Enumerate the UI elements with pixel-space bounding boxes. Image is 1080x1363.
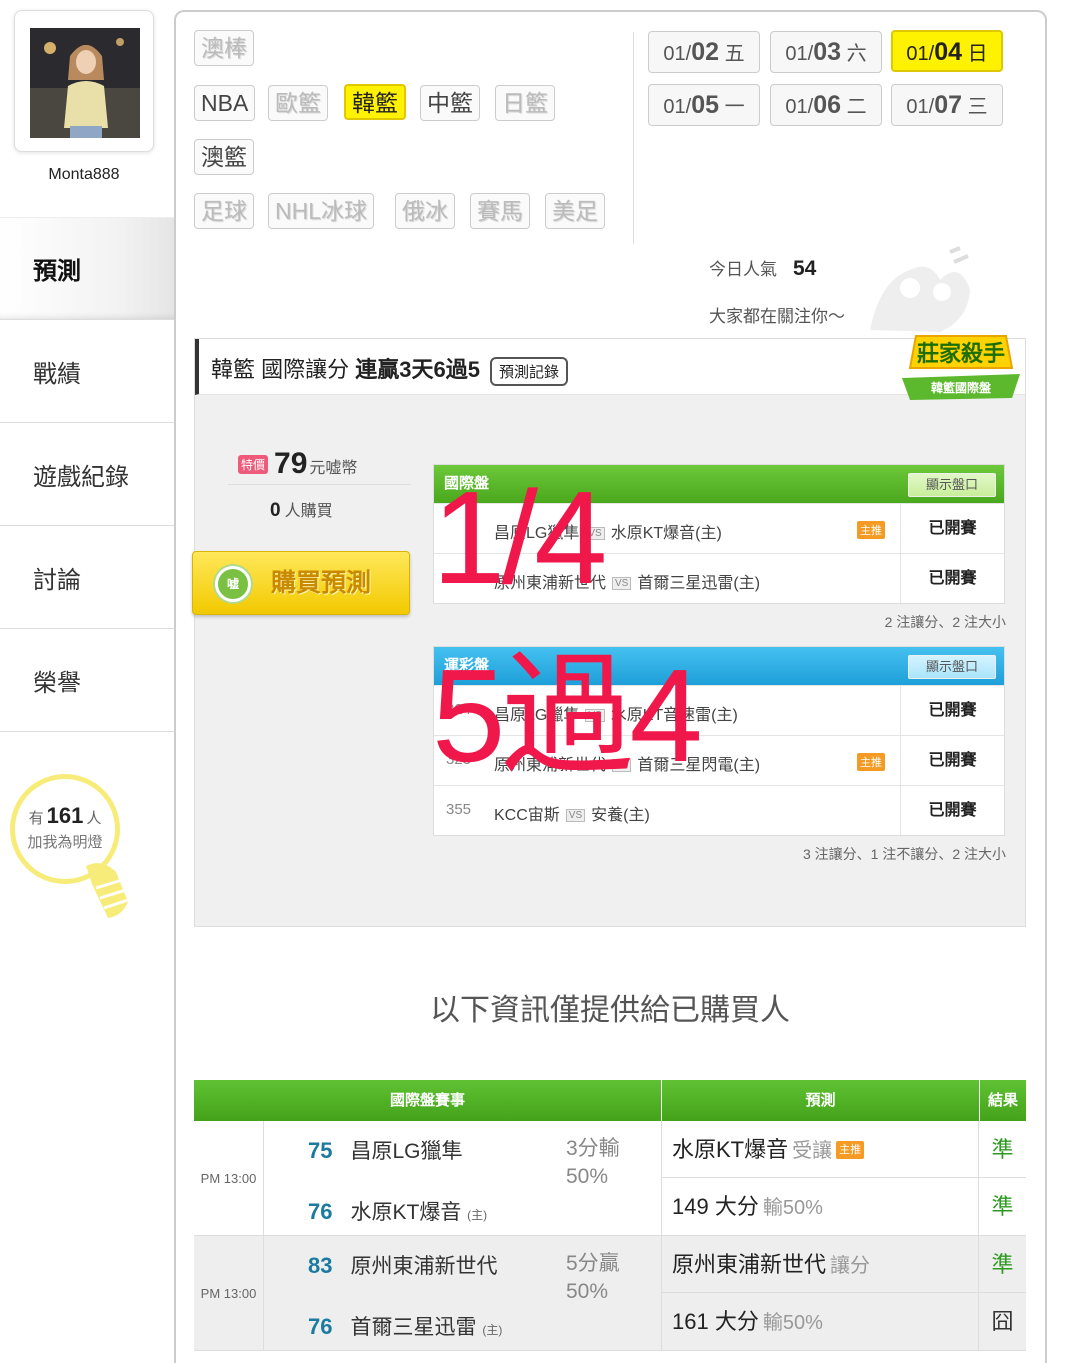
avatar-card[interactable] <box>14 10 154 152</box>
buy-prediction-button[interactable]: 嘘購買預測 <box>192 551 410 615</box>
team-row: 75 昌原LG獵隼 <box>308 1138 463 1163</box>
nav-item-record[interactable]: 戰績 <box>0 320 174 423</box>
coin-icon: 嘘 <box>215 566 251 602</box>
buyers-only-notice: 以下資訊僅提供給已購買人 <box>430 994 790 1027</box>
lottery-table-header: 運彩盤 顯示盤口 <box>434 647 1004 685</box>
dealer-killer-badge-icon: 莊家殺手 韓籃國際盤 <box>902 335 1020 400</box>
nav-item-honor[interactable]: 榮譽 <box>0 629 174 732</box>
sport-tag-horse-racing[interactable]: 賽馬 <box>470 193 530 229</box>
sport-tag-euro-basketball[interactable]: 歐籃 <box>268 85 328 121</box>
sport-tag-nhl[interactable]: NHL冰球 <box>268 193 375 229</box>
sport-tag-soccer[interactable]: 足球 <box>194 193 254 229</box>
vs-icon: VS <box>585 709 605 722</box>
status-started: 已開賽 <box>900 504 1004 553</box>
buyers-count: 0 <box>270 500 281 521</box>
date-button-0102[interactable]: 01/02 五 <box>648 31 760 73</box>
mascot-watermark-icon <box>870 246 970 332</box>
team-row: 83 原州東浦新世代 <box>308 1253 498 1278</box>
sport-tag-nba[interactable]: NBA <box>194 85 256 121</box>
sport-tag-china-basketball[interactable]: 中籃 <box>420 85 480 121</box>
team-row: 76 水原KT爆音 (主) <box>308 1199 488 1224</box>
nav-item-game-log[interactable]: 遊戲紀錄 <box>0 423 174 526</box>
date-button-0106[interactable]: 01/06 二 <box>770 84 882 126</box>
lottery-odds-table: 運彩盤 顯示盤口 324 昌原LG獵隼 VS 水原KT音速雷(主) 已開賽 323 … <box>433 646 1005 836</box>
sport-tag-japan-basketball[interactable]: 日籃 <box>495 85 555 121</box>
result-game: PM 13:00 75 昌原LG獵隼 76 水原KT爆音 (主) 3分輸 50% 水原… <box>194 1121 1026 1236</box>
bulb-base-icon <box>86 863 129 918</box>
table-row[interactable]: 昌原LG獵隼 VS 水原KT爆音(主) 主推 已開賽 <box>434 503 1004 553</box>
show-odds-button[interactable]: 顯示盤口 <box>908 655 996 679</box>
status-started: 已開賽 <box>900 554 1004 603</box>
status-started: 已開賽 <box>900 786 1004 835</box>
vs-icon: VS <box>612 577 632 590</box>
side-nav: 預測 戰績 遊戲紀錄 討論 榮譽 <box>0 217 174 732</box>
date-button-0107[interactable]: 01/07 三 <box>891 84 1003 126</box>
sport-tag-american-football[interactable]: 美足 <box>545 193 605 229</box>
status-started: 已開賽 <box>900 686 1004 735</box>
sport-tag-aus-baseball[interactable]: 澳棒 <box>194 30 254 66</box>
recommended-badge: 主推 <box>857 753 885 771</box>
result-hit: 準 <box>979 1121 1026 1178</box>
lottery-table-note: 3 注讓分、1 注不讓分、2 注大小 <box>802 846 1006 862</box>
table-row[interactable]: 355 KCC宙斯 VS 安養(主) 已開賽 <box>434 785 1004 835</box>
result-hit: 準 <box>979 1236 1026 1293</box>
status-started: 已開賽 <box>900 736 1004 785</box>
popularity-subtitle: 大家都在關注你～ <box>709 307 845 326</box>
results-header-result: 結果 <box>979 1080 1026 1121</box>
avatar[interactable] <box>30 28 140 138</box>
nav-item-discuss[interactable]: 討論 <box>0 526 174 629</box>
win-streak: 連贏3天6過5 <box>355 357 480 382</box>
intl-table-note: 2 注讓分、2 注大小 <box>884 614 1006 630</box>
badge-line2: 韓籃國際盤 <box>931 380 992 395</box>
recommended-badge: 主推 <box>857 521 885 539</box>
beacon-count-line: 有 161 人 <box>28 803 102 828</box>
vs-icon: VS <box>585 527 605 540</box>
team-row: 76 首爾三星迅雷 (主) <box>308 1314 503 1339</box>
result-miss: 囧 <box>991 1309 1014 1334</box>
vs-icon: VS <box>565 809 586 822</box>
results-table: 國際盤賽事 預測 結果 PM 13:00 75 昌原LG獵隼 76 水原KT爆音 (… <box>194 1080 1026 1363</box>
prediction-record-button[interactable]: 預測記錄 <box>489 356 568 386</box>
divider <box>228 484 410 485</box>
popularity-count: 54 <box>793 257 817 280</box>
result-hit: 準 <box>991 1194 1014 1219</box>
intl-odds-table: 國際盤 顯示盤口 昌原LG獵隼 VS 水原KT爆音(主) 主推 已開賽 原州東浦新世… <box>433 464 1005 604</box>
price-value: 79 <box>274 447 308 480</box>
divider <box>633 32 634 244</box>
price: 特價 79 元嘘幣 <box>238 447 357 481</box>
table-row[interactable]: 323 原州東浦新世代 VS 首爾三星閃電(主) 主推 已開賽 <box>434 735 1004 785</box>
table-row[interactable]: 324 昌原LG獵隼 VS 水原KT音速雷(主) 已開賽 <box>434 685 1004 735</box>
result-game: PM 13:00 83 原州東浦新世代 76 首爾三星迅雷 (主) 5分贏 50% 原… <box>194 1236 1026 1351</box>
results-header-games: 國際盤賽事 <box>389 1092 465 1109</box>
game-time: PM 13:00 <box>194 1236 264 1351</box>
prediction-card: 韓籃 國際讓分 連贏3天6過5 預測記錄 <box>194 338 1026 927</box>
username[interactable]: Monta888 <box>0 166 168 184</box>
beacon-label: 加我為明燈 <box>27 834 103 851</box>
sport-tag-russia-hockey[interactable]: 俄冰 <box>395 193 455 229</box>
buyers: 0 人購買 <box>270 500 333 521</box>
popularity: 今日人氣 54 <box>709 257 817 280</box>
prediction-title: 韓籃 國際讓分 連贏3天6過5 預測記錄 <box>211 352 568 386</box>
date-button-0104[interactable]: 01/04 日 <box>891 30 1003 72</box>
game-outcome: 3分輸 50% <box>566 1137 620 1188</box>
results-header-prediction: 預測 <box>661 1080 979 1121</box>
intl-table-header: 國際盤 顯示盤口 <box>434 465 1004 503</box>
results-table-header: 國際盤賽事 預測 結果 <box>194 1080 1026 1121</box>
prediction-cell: 原州東浦新世代 讓分 161 大分 輸50% <box>661 1236 979 1351</box>
vs-icon: VS <box>612 759 632 772</box>
table-row[interactable]: 原州東浦新世代 VS 首爾三星迅雷(主) 已開賽 <box>434 553 1004 603</box>
sport-tag-aus-basketball[interactable]: 澳籃 <box>194 139 254 175</box>
game-time: PM 13:00 <box>194 1121 264 1236</box>
badge-line1: 莊家殺手 <box>917 341 1005 366</box>
date-button-0103[interactable]: 01/03 六 <box>770 31 882 73</box>
date-button-0105[interactable]: 01/05 一 <box>648 84 760 126</box>
show-odds-button[interactable]: 顯示盤口 <box>908 473 996 497</box>
game-outcome: 5分贏 50% <box>566 1252 620 1303</box>
beacon-count: 161 <box>46 803 84 828</box>
sport-tag-korea-basketball[interactable]: 韓籃 <box>344 84 406 120</box>
prediction-cell: 水原KT爆音 受讓 主推 149 大分 輸50% <box>661 1121 979 1236</box>
nav-item-predict[interactable]: 預測 <box>0 217 174 320</box>
special-price-tag: 特價 <box>238 455 269 474</box>
recommended-badge: 主推 <box>836 1141 865 1159</box>
